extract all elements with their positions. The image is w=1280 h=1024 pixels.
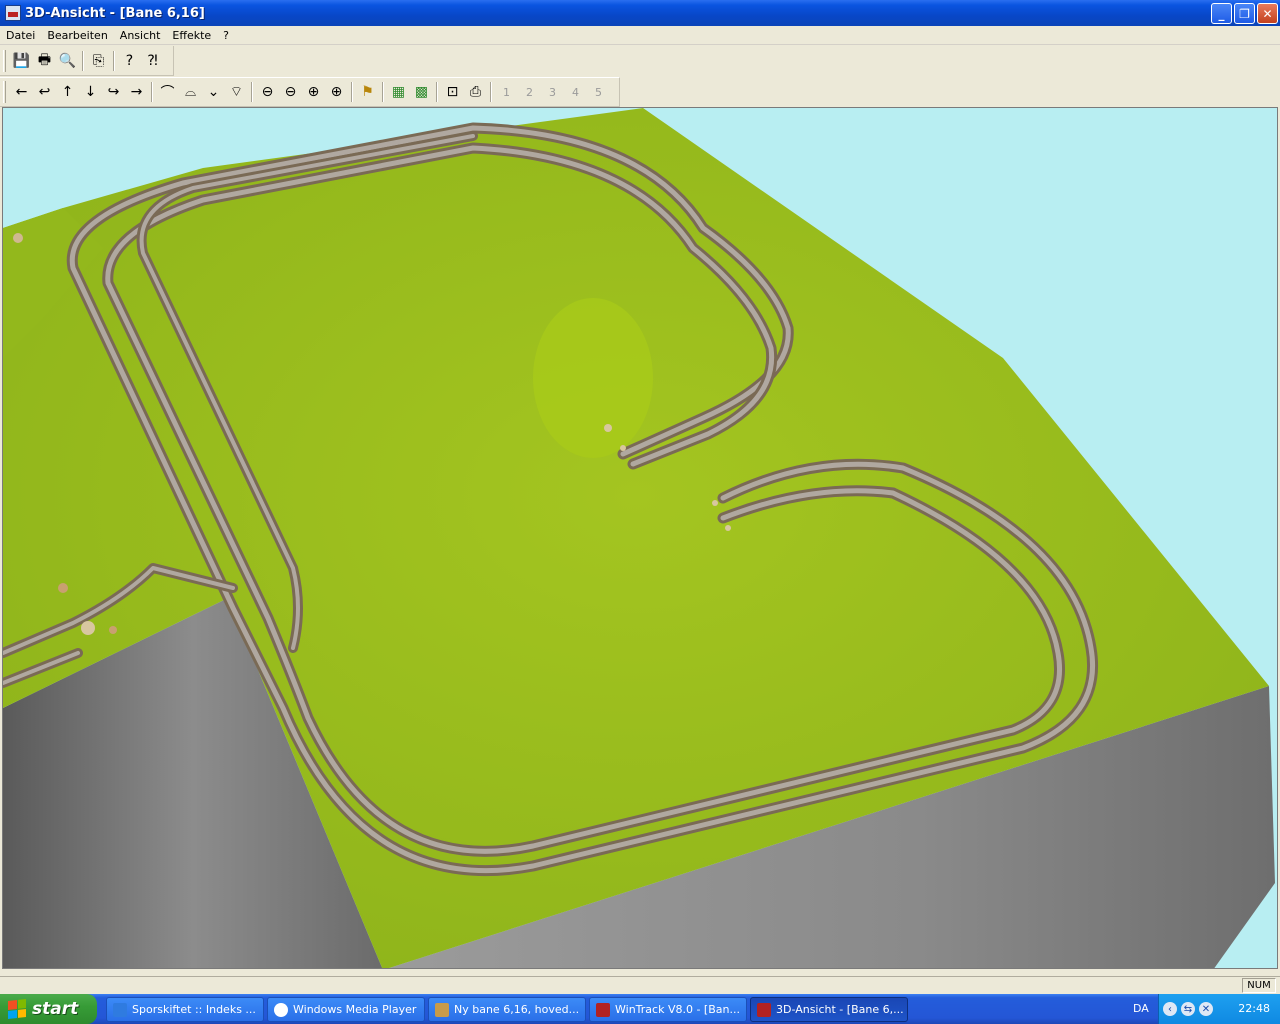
taskbar: start Sporskiftet :: Indeks ... Windows … — [0, 994, 1280, 1024]
menu-datei[interactable]: Datei — [0, 29, 41, 42]
context-help-icon[interactable]: ⁈ — [141, 50, 164, 72]
internet-explorer-icon — [113, 1002, 127, 1017]
fit-view-icon[interactable]: ⊡ — [441, 81, 464, 103]
camera-preset-2-icon[interactable]: 2 — [518, 81, 541, 103]
toolbar-grip[interactable] — [3, 81, 6, 103]
app-icon[interactable] — [5, 5, 21, 21]
status-bar: NUM — [0, 976, 1280, 994]
menu-bar: Datei Bearbeiten Ansicht Effekte ? — [0, 26, 1280, 45]
security-icon[interactable]: ✕ — [1199, 1002, 1213, 1016]
task-windows-media-player[interactable]: Windows Media Player — [267, 997, 425, 1022]
document-icon — [435, 1002, 449, 1017]
wintrack-icon — [596, 1002, 610, 1017]
rock — [109, 626, 117, 634]
wintrack-icon — [757, 1002, 771, 1017]
window-controls: _ ❐ ✕ — [1211, 3, 1278, 24]
buffer-stop — [604, 424, 612, 432]
camera-raise-icon[interactable]: ⌔ — [225, 81, 248, 103]
buffer-stop — [712, 500, 718, 506]
terrain-icon[interactable]: ▦ — [387, 81, 410, 103]
toolbar-separator — [82, 50, 84, 71]
camera-preset-1-icon[interactable]: 1 — [495, 81, 518, 103]
pan-right-icon[interactable]: → — [125, 81, 148, 103]
zoom-out-icon[interactable]: ⊖ — [256, 81, 279, 103]
menu-bearbeiten[interactable]: Bearbeiten — [41, 29, 113, 42]
pan-up-icon[interactable]: ↑ — [56, 81, 79, 103]
task-label: Windows Media Player — [293, 1003, 417, 1016]
task-label: 3D-Ansicht - [Bane 6,... — [776, 1003, 904, 1016]
task-sporskiftet[interactable]: Sporskiftet :: Indeks ... — [106, 997, 264, 1022]
task-label: Sporskiftet :: Indeks ... — [132, 1003, 256, 1016]
print-preview-icon[interactable]: 🔍 — [56, 50, 79, 72]
menu-effekte[interactable]: Effekte — [166, 29, 217, 42]
network-icon[interactable]: ⇆ — [1181, 1002, 1195, 1016]
toolbar-separator — [436, 82, 438, 102]
system-tray: DA ‹ ⇆ ✕ 22:48 — [1133, 994, 1280, 1024]
3d-viewport[interactable] — [2, 107, 1278, 969]
menu-ansicht[interactable]: Ansicht — [114, 29, 167, 42]
start-button[interactable]: start — [0, 994, 97, 1024]
zoom-in-big-icon[interactable]: ⊕ — [325, 81, 348, 103]
title-bar: 3D-Ansicht - [Bane 6,16] _ ❐ ✕ — [0, 0, 1280, 26]
rock — [81, 621, 95, 635]
grid-icon[interactable]: ▩ — [410, 81, 433, 103]
rotate-right-icon[interactable]: ↪ — [102, 81, 125, 103]
windows-logo-icon — [8, 999, 26, 1019]
task-label: Ny bane 6,16, hoved... — [454, 1003, 580, 1016]
standard-toolbar: 💾 🖶 🔍 ⎘ ? ⁈ — [0, 46, 174, 76]
view-toolbar: ← ↩ ↑ ↓ ↪ → ⌒ ⌓ ⌄ ⌔ ⊖ ⊖ ⊕ ⊕ ⚑ ▦ ▩ ⊡ ⎙ 1 … — [0, 77, 620, 107]
maximize-button[interactable]: ❐ — [1234, 3, 1255, 24]
clock[interactable]: 22:48 — [1238, 1002, 1270, 1015]
save-icon[interactable]: 💾 — [10, 50, 33, 72]
toolbar-separator — [490, 82, 492, 102]
copy-icon[interactable]: ⎘ — [87, 50, 110, 72]
toolbar-separator — [351, 82, 353, 102]
tray-expand-icon[interactable]: ‹ — [1163, 1002, 1177, 1016]
rotate-left-icon[interactable]: ↩ — [33, 81, 56, 103]
task-3d-ansicht[interactable]: 3D-Ansicht - [Bane 6,... — [750, 997, 908, 1022]
buffer-stop — [620, 445, 626, 451]
start-label: start — [32, 999, 79, 1019]
track-view-icon[interactable]: ⚑ — [356, 81, 379, 103]
camera-lower-icon[interactable]: ⌄ — [202, 81, 225, 103]
pan-down-icon[interactable]: ↓ — [79, 81, 102, 103]
media-player-icon — [274, 1002, 288, 1017]
camera-tilt-up-icon[interactable]: ⌒ — [156, 81, 179, 103]
taskbar-tasks: Sporskiftet :: Indeks ... Windows Media … — [106, 997, 908, 1022]
camera-icon[interactable]: ⎙ — [464, 81, 487, 103]
num-lock-indicator: NUM — [1242, 978, 1276, 993]
print-icon[interactable]: 🖶 — [33, 50, 56, 72]
camera-preset-3-icon[interactable]: 3 — [541, 81, 564, 103]
window-title: 3D-Ansicht - [Bane 6,16] — [25, 5, 205, 21]
toolbar-separator — [251, 82, 253, 102]
rock — [58, 583, 68, 593]
camera-preset-4-icon[interactable]: 4 — [564, 81, 587, 103]
rock — [13, 233, 23, 243]
buffer-stop — [725, 525, 731, 531]
zoom-in-icon[interactable]: ⊕ — [302, 81, 325, 103]
camera-tilt-down-icon[interactable]: ⌓ — [179, 81, 202, 103]
task-wintrack[interactable]: WinTrack V8.0 - [Ban... — [589, 997, 747, 1022]
toolbar-separator — [151, 82, 153, 102]
toolbar-grip[interactable] — [3, 49, 6, 72]
terrain-hill — [533, 298, 653, 458]
zoom-out-small-icon[interactable]: ⊖ — [279, 81, 302, 103]
toolbar-separator — [113, 50, 115, 71]
pan-left-icon[interactable]: ← — [10, 81, 33, 103]
task-ny-bane[interactable]: Ny bane 6,16, hoved... — [428, 997, 586, 1022]
toolbar-separator — [382, 82, 384, 102]
camera-preset-5-icon[interactable]: 5 — [587, 81, 610, 103]
minimize-button[interactable]: _ — [1211, 3, 1232, 24]
menu-help[interactable]: ? — [217, 29, 235, 42]
close-button[interactable]: ✕ — [1257, 3, 1278, 24]
task-label: WinTrack V8.0 - [Ban... — [615, 1003, 740, 1016]
language-indicator[interactable]: DA — [1133, 1002, 1149, 1015]
3d-scene — [3, 108, 1277, 968]
help-icon[interactable]: ? — [118, 50, 141, 72]
